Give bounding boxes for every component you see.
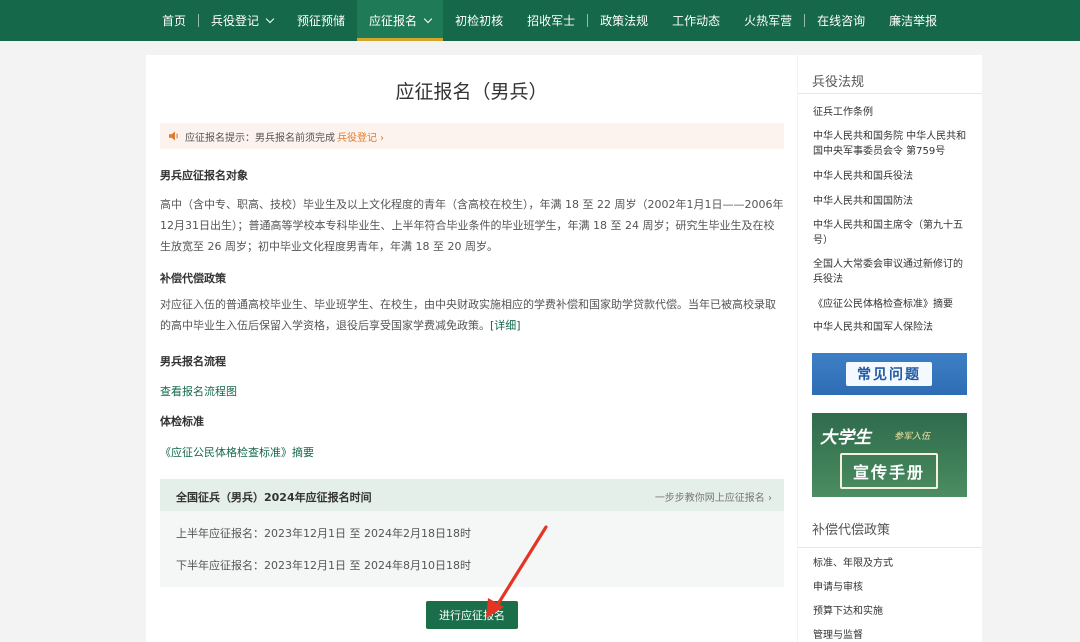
nav-item-home[interactable]: 首页: [150, 0, 198, 41]
divider: [798, 547, 982, 548]
law-link[interactable]: 《应征公民体格检查标准》摘要: [813, 297, 971, 312]
nav-menu: 首页 兵役登记 预征预储 应征报名 初检初核 招收军士 政策法规 工作动态 火热…: [150, 0, 949, 41]
nav-item-enlistment[interactable]: 应征报名: [357, 0, 444, 41]
schedule-title: 全国征兵（男兵）2024年应征报名时间: [176, 491, 372, 504]
nav-item-report[interactable]: 廉洁举报: [877, 0, 949, 41]
nav-item-label: 廉洁举报: [889, 14, 938, 28]
physical-standard-link[interactable]: 《应征公民体格检查标准》摘要: [160, 444, 314, 460]
divider: [798, 93, 982, 94]
compensation-link[interactable]: 预算下达和实施: [813, 604, 971, 619]
process-heading: 男兵报名流程: [160, 355, 226, 368]
law-link[interactable]: 中华人民共和国兵役法: [813, 169, 971, 184]
notice-link-label: 兵役登记: [337, 132, 377, 144]
handbook-banner-subtitle: 参军入伍: [894, 432, 931, 442]
second-half-schedule: 下半年应征报名：2023年12月1日 至 2024年8月10日18时: [176, 559, 471, 572]
nav-item-label: 初检初核: [455, 14, 504, 28]
nav-item-label: 工作动态: [672, 14, 721, 28]
nav-item-news[interactable]: 工作动态: [660, 0, 732, 41]
compensation-link[interactable]: 标准、年限及方式: [813, 556, 971, 571]
chevron-down-icon: [265, 14, 275, 23]
main-content: 应征报名（男兵） 应征报名提示：男兵报名前须完成 兵役登记 › 男兵应征报名对象 …: [146, 55, 797, 642]
nav-item-policy[interactable]: 政策法规: [588, 0, 660, 41]
target-heading: 男兵应征报名对象: [160, 169, 248, 182]
law-link[interactable]: 中华人民共和国军人保险法: [813, 320, 971, 335]
start-enlistment-button[interactable]: 进行应征报名: [426, 601, 518, 629]
nav-item-label: 兵役登记: [211, 14, 260, 28]
registration-guide-link[interactable]: 一步步教你网上应征报名 ›: [655, 489, 772, 504]
handbook-banner-title: 大学生: [820, 428, 871, 448]
sidebar: 兵役法规 征兵工作条例 中华人民共和国务院 中华人民共和国中央军事委员会令 第7…: [798, 55, 982, 642]
law-heading: 兵役法规: [812, 75, 865, 90]
policy-detail-link[interactable]: [详细]: [490, 319, 521, 332]
compensation-heading: 补偿代偿政策: [812, 523, 891, 538]
first-half-schedule: 上半年应征报名：2023年12月1日 至 2024年2月18日18时: [176, 527, 471, 540]
chevron-down-icon: [423, 14, 433, 23]
compensation-link[interactable]: 申请与审核: [813, 580, 971, 595]
chevron-right-icon: ›: [380, 132, 384, 144]
nav-item-initial-check[interactable]: 初检初核: [443, 0, 515, 41]
faq-banner-label: 常见问题: [846, 362, 932, 386]
nav-item-consult[interactable]: 在线咨询: [805, 0, 877, 41]
handbook-banner[interactable]: 大学生 参军入伍 宣传手册: [812, 413, 967, 497]
standard-heading: 体检标准: [160, 415, 204, 428]
nav-item-label: 政策法规: [600, 14, 649, 28]
schedule-header: 全国征兵（男兵）2024年应征报名时间 一步步教你网上应征报名 ›: [160, 479, 784, 511]
nav-item-label: 预征预储: [297, 14, 346, 28]
nav-item-pre-recruit[interactable]: 预征预储: [285, 0, 357, 41]
nav-item-sergeants[interactable]: 招收军士: [515, 0, 587, 41]
handbook-banner-book: 宣传手册: [840, 453, 938, 489]
law-link[interactable]: 全国人大常委会审议通过新修订的兵役法: [813, 257, 971, 287]
nav-item-registration[interactable]: 兵役登记: [199, 0, 285, 41]
nav-item-label: 首页: [162, 14, 187, 28]
compensation-link[interactable]: 管理与监督: [813, 628, 971, 642]
notice-registration-link[interactable]: 兵役登记 ›: [337, 129, 384, 144]
schedule-panel: 全国征兵（男兵）2024年应征报名时间 一步步教你网上应征报名 › 上半年应征报…: [160, 479, 784, 587]
process-flowchart-link[interactable]: 查看报名流程图: [160, 383, 237, 399]
law-link[interactable]: 征兵工作条例: [813, 105, 971, 120]
law-link[interactable]: 中华人民共和国国防法: [813, 194, 971, 209]
target-text: 高中（含中专、职高、技校）毕业生及以上文化程度的青年（含高校在校生），年满 18…: [160, 198, 784, 253]
top-nav: 首页 兵役登记 预征预储 应征报名 初检初核 招收军士 政策法规 工作动态 火热…: [0, 0, 1080, 41]
law-link[interactable]: 中华人民共和国务院 中华人民共和国中央军事委员会令 第759号: [813, 129, 971, 159]
policy-heading: 补偿代偿政策: [160, 272, 226, 285]
nav-item-label: 在线咨询: [817, 14, 866, 28]
faq-banner[interactable]: 常见问题: [812, 353, 967, 395]
nav-item-label: 招收军士: [527, 14, 576, 28]
law-link[interactable]: 中华人民共和国主席令（第九十五号）: [813, 218, 971, 248]
policy-text: 对应征入伍的普通高校毕业生、毕业班学生、在校生，由中央财政实施相应的学费补偿和国…: [160, 298, 776, 332]
nav-item-camp[interactable]: 火热军营: [732, 0, 804, 41]
policy-paragraph: 对应征入伍的普通高校毕业生、毕业班学生、在校生，由中央财政实施相应的学费补偿和国…: [160, 294, 784, 336]
nav-item-label: 火热军营: [744, 14, 793, 28]
notice-text: 应征报名提示：男兵报名前须完成: [185, 132, 335, 144]
page-title: 应征报名（男兵）: [395, 81, 548, 103]
registration-notice: 应征报名提示：男兵报名前须完成 兵役登记 ›: [160, 123, 784, 149]
speaker-icon: [169, 131, 178, 141]
nav-item-label: 应征报名: [369, 14, 418, 28]
